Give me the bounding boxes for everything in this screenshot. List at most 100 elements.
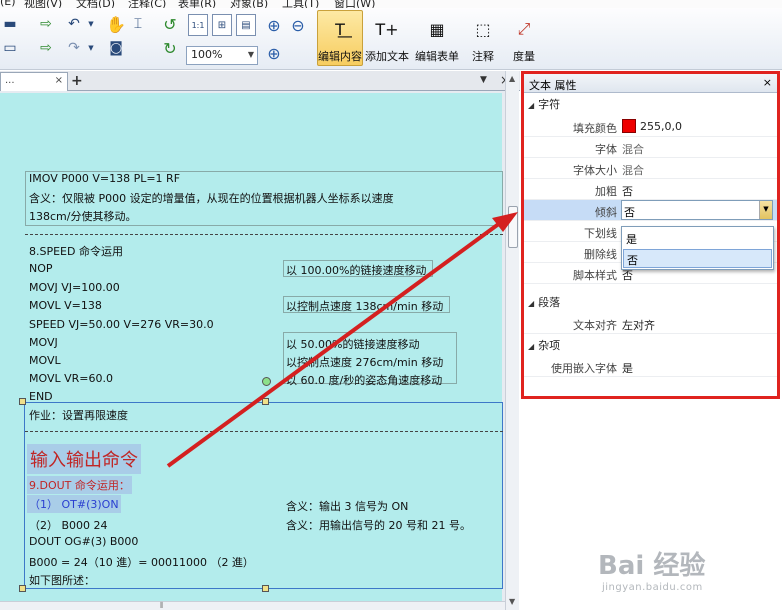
import-icon[interactable]: ⇨ [36,14,56,34]
annotation-button[interactable]: ⬚ 注释 [466,10,500,66]
text-line[interactable]: 作业：设置再限速度 [29,407,128,423]
tab-close-icon[interactable]: × [55,75,63,86]
menu-item-window[interactable]: 窗口(W) [334,0,375,8]
text-line[interactable]: NOP [29,262,53,275]
redo-icon[interactable]: ↷ [64,38,84,58]
undo-dropdown-icon[interactable]: ▼ [86,14,96,34]
note-text[interactable]: 含义：输出 3 信号为 ON [286,498,408,514]
fit-page-icon[interactable]: ⊞ [212,14,232,36]
watermark-logo: Bai 经验 [598,551,706,581]
note-text[interactable]: 以 60.0 度/秒的姿态角速度移动 [286,372,442,388]
print-icon[interactable]: ▭ [2,38,18,58]
resize-handle[interactable] [262,585,269,592]
text-line[interactable]: （1） OT#(3)ON [27,495,121,513]
text-line[interactable]: DOUT OG#(3) B000 [29,535,138,548]
zoom-select[interactable]: 100% ▼ [186,46,258,65]
edit-form-button[interactable]: ▦ 编辑表单 [414,10,460,66]
italic-select[interactable]: 否 ▼ [621,200,773,220]
panel-close-icon[interactable]: × [763,76,772,89]
menu-item-comment[interactable]: 注释(C) [128,0,166,8]
dropdown-option-no[interactable]: 否 [623,249,772,268]
property-text-align[interactable]: 文本对齐 左对齐 [524,313,777,334]
scroll-thumb[interactable] [508,206,518,248]
note-text[interactable]: 以 50.00%的链接速度移动 [286,336,419,352]
text-line[interactable]: MOVL VR=60.0 [29,372,113,385]
rotate-right-icon[interactable]: ↻ [160,38,180,58]
category-character[interactable]: ◢ 字符 [524,94,777,113]
snapshot-icon[interactable]: ◙ [106,38,126,58]
menu-item-edit[interactable]: (E) [0,0,16,8]
text-line[interactable]: MOVJ [29,336,58,349]
resize-handle[interactable] [19,398,26,405]
rotate-handle[interactable] [262,377,271,386]
text-line[interactable]: B000 = 24（10 進）= 00011000 （2 進） [29,554,254,570]
scroll-grip-icon[interactable]: ⦀ [160,601,164,610]
fit-width-icon[interactable]: ▤ [236,14,256,36]
edit-content-button[interactable]: T͟ 编辑内容 [317,10,363,66]
export-icon[interactable]: ⇨ [36,38,56,58]
document-page[interactable]: IMOV P000 V=138 PL=1 RF 含义：仅限被 P000 设定的增… [0,93,503,601]
scroll-up-icon[interactable]: ▲ [509,74,515,83]
select-tool-icon[interactable]: ⌶ [128,14,148,34]
zoom-out-icon[interactable]: ⊖ [288,14,308,36]
undo-icon[interactable]: ↶ [64,14,84,34]
menu-item-object[interactable]: 对象(B) [230,0,268,8]
document-view[interactable]: IMOV P000 V=138 PL=1 RF 含义：仅限被 P000 设定的增… [0,91,505,601]
property-label: 脚本样式 [573,269,617,282]
property-font-size[interactable]: 字体大小 混合 [524,158,777,179]
text-line[interactable]: MOVJ VJ=100.00 [29,281,120,294]
document-tab[interactable]: ... × [0,72,68,91]
property-embed-font[interactable]: 使用嵌入字体 是 [524,356,777,377]
property-font[interactable]: 字体 混合 [524,137,777,158]
zoom-plus-icon[interactable]: ⊕ [264,42,284,64]
text-line[interactable]: （2） B000 24 [29,517,108,533]
vertical-scrollbar[interactable]: ▲ ▼ [505,71,519,610]
text-line[interactable]: MOVL [29,354,61,367]
collapse-triangle-icon[interactable]: ◢ [528,299,534,308]
note-text[interactable]: 以控制点速度 276cm/min 移动 [286,354,443,370]
resize-handle[interactable] [262,398,269,405]
menu-item-document[interactable]: 文档(D) [76,0,115,8]
actual-size-icon[interactable]: 1:1 [188,14,208,36]
new-tab-button[interactable]: + [71,73,83,89]
category-paragraph[interactable]: ◢ 段落 [524,292,777,311]
rotate-left-icon[interactable]: ↺ [160,14,180,34]
scan-icon[interactable]: ▬ [2,14,18,34]
text-line[interactable]: MOVL V=138 [29,299,102,312]
property-bold[interactable]: 加粗 否 [524,179,777,200]
property-italic[interactable]: 倾斜 否 ▼ [524,200,777,221]
text-line[interactable]: 9.DOUT 命令运用： [27,476,132,494]
note-text[interactable]: 含义：用输出信号的 20 号和 21 号。 [286,517,471,533]
menu-item-view[interactable]: 视图(V) [24,0,62,8]
chevron-down-icon[interactable]: ▼ [759,201,772,219]
add-text-button[interactable]: T+ 添加文本 [364,10,410,66]
resize-handle[interactable] [19,585,26,592]
note-text[interactable]: 以 100.00%的链接速度移动 [286,262,426,278]
heading-text[interactable]: 输入输出命令 [27,444,141,474]
text-line[interactable]: 含义：仅限被 P000 设定的增量值，从现在的位置根据机器人坐标系以速度 [29,190,394,206]
text-line[interactable]: IMOV P000 V=138 PL=1 RF [29,172,180,185]
text-line[interactable]: 如下图所述： [29,572,95,588]
text-line[interactable]: 8.SPEED 命令运用 [29,243,123,259]
property-label: 下划线 [584,227,617,240]
category-misc[interactable]: ◢ 杂项 [524,335,777,354]
color-swatch[interactable] [622,118,636,133]
zoom-in-icon[interactable]: ⊕ [264,14,284,36]
panel-title: 文本 属性 [529,79,577,92]
redo-dropdown-icon[interactable]: ▼ [86,38,96,58]
menu-item-tools[interactable]: 工具(T) [282,0,319,8]
collapse-triangle-icon[interactable]: ◢ [528,342,534,351]
measure-button[interactable]: ⤢ 度量 [508,10,540,66]
text-line[interactable]: SPEED VJ=50.00 V=276 VR=30.0 [29,318,214,331]
property-fill-color[interactable]: 填充颜色 255,0,0 [524,116,777,137]
scroll-down-icon[interactable]: ▼ [509,597,515,606]
horizontal-scrollbar[interactable]: ⦀ [0,601,505,610]
dropdown-option-yes[interactable]: 是 [623,229,772,248]
tab-list-dropdown-icon[interactable]: ▼ [480,75,487,85]
collapse-triangle-icon[interactable]: ◢ [528,101,534,110]
dashed-separator [25,431,503,432]
text-line[interactable]: 138cm/分使其移动。 [29,208,136,224]
menu-item-form[interactable]: 表单(R) [178,0,216,8]
hand-tool-icon[interactable]: ✋ [106,13,126,35]
note-text[interactable]: 以控制点速度 138cm/min 移动 [286,298,443,314]
